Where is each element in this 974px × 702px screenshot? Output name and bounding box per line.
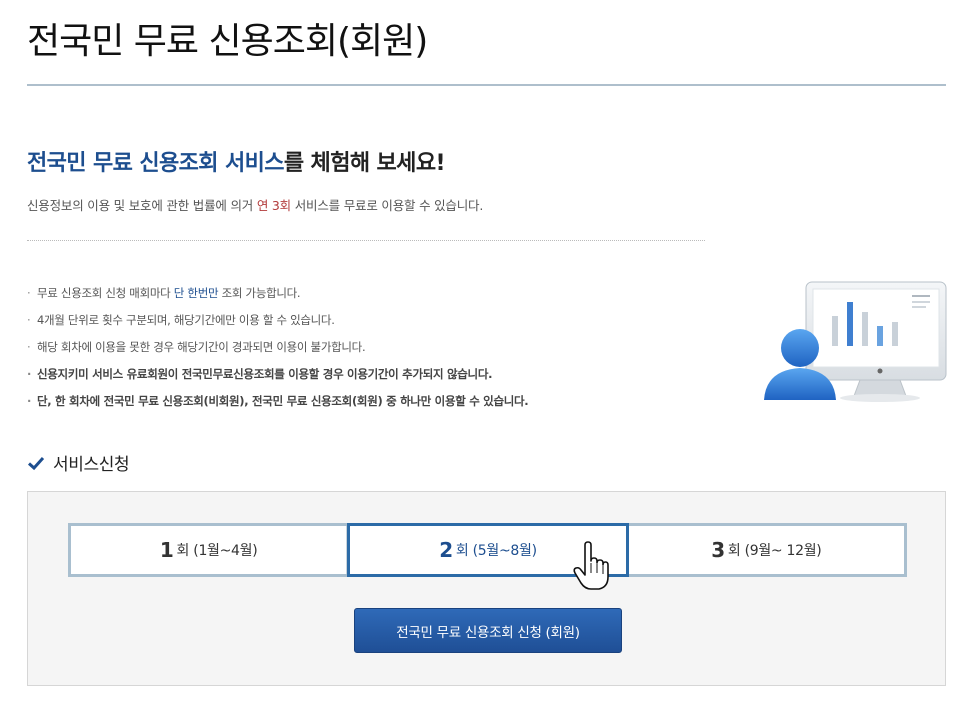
round-number: 3 (711, 538, 725, 562)
round-tab-1[interactable]: 1회 (1월~4월) (71, 526, 348, 574)
notice-item: · 무료 신용조회 신청 매회마다 단 한번만 조회 가능합니다. (27, 285, 528, 312)
bullet: · (27, 313, 31, 327)
notice-text: 4개월 단위로 횟수 구분되며, 해당기간에만 이용 할 수 있습니다. (37, 313, 335, 327)
round-unit: 회 (455, 543, 469, 559)
notice-item: · 신용지키미 서비스 유료회원이 전국민무료신용조회를 이용할 경우 이용기간이… (27, 366, 528, 393)
notice-item: · 단, 한 회차에 전국민 무료 신용조회(비회원), 전국민 무료 신용조회(… (27, 393, 529, 420)
intro-description: 신용정보의 이용 및 보호에 관한 법률에 의거 연 3회 서비스를 무료로 이… (27, 195, 483, 214)
bullet: · (27, 367, 32, 381)
round-period: (9월~ 12월) (744, 543, 822, 559)
hand-pointer-icon (573, 541, 609, 590)
notice-item: · 해당 회차에 이용을 못한 경우 해당기간이 경과되면 이용이 불가합니다. (27, 339, 528, 366)
bullet: · (27, 394, 32, 408)
round-unit: 회 (176, 543, 190, 559)
service-application-box: 1회 (1월~4월) 2회 (5월~8월) 3회 (9월~ 12월) 전국민 무… (27, 491, 946, 686)
round-selector: 1회 (1월~4월) 2회 (5월~8월) 3회 (9월~ 12월) (68, 523, 907, 577)
round-period: (1월~4월) (193, 543, 258, 559)
intro-heading-highlight: 전국민 무료 신용조회 서비스 (27, 151, 284, 176)
round-tab-3[interactable]: 3회 (9월~ 12월) (629, 526, 904, 574)
notice-text: 단, 한 회차에 전국민 무료 신용조회(비회원), 전국민 무료 신용조회(회… (37, 394, 529, 408)
page-title: 전국민 무료 신용조회(회원) (27, 21, 428, 62)
section-title-label: 서비스신청 (53, 455, 130, 475)
notice-text: 해당 회차에 이용을 못한 경우 해당기간이 경과되면 이용이 불가합니다. (37, 340, 366, 354)
bullet: · (27, 286, 31, 300)
notice-item: · 4개월 단위로 횟수 구분되며, 해당기간에만 이용 할 수 있습니다. (27, 312, 528, 339)
notice-highlight: 단 한번만 (173, 286, 219, 300)
round-unit: 회 (727, 543, 741, 559)
intro-desc-before: 신용정보의 이용 및 보호에 관한 법률에 의거 (27, 198, 257, 213)
dotted-divider (27, 240, 705, 241)
user-monitor-chart-illustration (764, 281, 947, 402)
notice-text: 무료 신용조회 신청 매회마다 (37, 286, 174, 300)
bullet: · (27, 340, 31, 354)
title-divider (27, 84, 946, 86)
section-title: 서비스신청 (27, 450, 130, 475)
intro-heading-rest: 를 체험해 보세요! (283, 151, 446, 176)
round-number: 2 (439, 538, 453, 562)
notice-text: 신용지키미 서비스 유료회원이 전국민무료신용조회를 이용할 경우 이용기간이 … (37, 367, 493, 381)
intro-heading: 전국민 무료 신용조회 서비스를 체험해 보세요! (27, 145, 446, 177)
round-number: 1 (159, 538, 174, 562)
round-period: (5월~8월) (472, 543, 537, 559)
notice-list: · 무료 신용조회 신청 매회마다 단 한번만 조회 가능합니다. · 4개월 단위… (27, 285, 529, 420)
check-icon (27, 456, 45, 470)
intro-desc-after: 서비스를 무료로 이용할 수 있습니다. (290, 198, 484, 213)
intro-desc-highlight: 연 3회 (256, 198, 291, 213)
notice-text: 조회 가능합니다. (218, 286, 301, 300)
apply-button[interactable]: 전국민 무료 신용조회 신청 (회원) (354, 608, 622, 653)
